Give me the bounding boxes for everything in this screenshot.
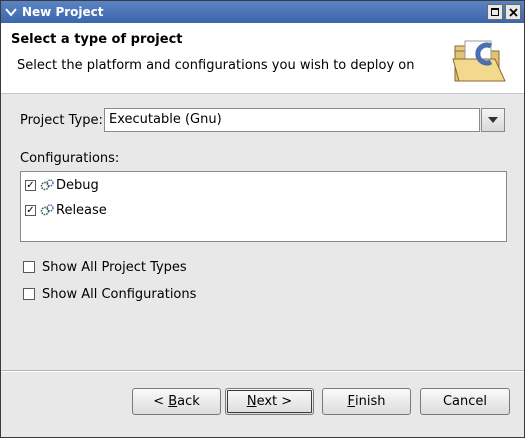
maximize-button[interactable] [487, 4, 503, 20]
release-checkbox[interactable]: ✓ [25, 204, 36, 216]
project-type-label: Project Type: [20, 113, 103, 128]
back-mnemonic: B [168, 394, 178, 409]
project-type-combo[interactable]: Executable (Gnu) [104, 108, 505, 132]
header-description: Select the platform and configurations y… [17, 58, 415, 73]
finish-rest: inish [355, 394, 386, 409]
window-menu-icon[interactable] [3, 4, 19, 20]
project-type-value[interactable]: Executable (Gnu) [104, 108, 480, 132]
next-mnemonic: N [246, 394, 257, 409]
show-all-project-types-option[interactable]: Show All Project Types [23, 258, 187, 276]
button-separator [1, 370, 524, 372]
chevron-down-icon [488, 117, 498, 123]
config-gears-icon [40, 179, 54, 191]
finish-mnemonic: F [347, 394, 355, 409]
new-project-dialog: New Project Select a type of project Sel… [0, 0, 525, 438]
configurations-list[interactable]: ✓ Debug ✓ Release [20, 171, 507, 242]
cancel-label: Cancel [442, 394, 488, 409]
show-all-configurations-label: Show All Configurations [42, 286, 197, 302]
wizard-header: Select a type of project Select the plat… [1, 23, 524, 94]
show-all-configurations-checkbox[interactable] [23, 288, 35, 300]
close-icon [508, 7, 518, 17]
debug-checkbox[interactable]: ✓ [25, 179, 36, 191]
debug-label: Debug [56, 177, 99, 193]
release-label: Release [56, 202, 107, 218]
cancel-button[interactable]: Cancel [420, 388, 510, 415]
close-button[interactable] [505, 4, 521, 20]
list-item[interactable]: ✓ Debug [25, 175, 99, 195]
show-all-project-types-checkbox[interactable] [23, 261, 35, 273]
finish-button[interactable]: Finish [322, 388, 411, 415]
show-all-configurations-option[interactable]: Show All Configurations [23, 285, 196, 303]
back-button[interactable]: < Back [132, 388, 221, 415]
list-item[interactable]: ✓ Release [25, 200, 107, 220]
title-bar[interactable]: New Project [1, 1, 524, 23]
header-title: Select a type of project [11, 32, 183, 47]
next-rest: ext > [256, 394, 293, 409]
next-button[interactable]: Next > [225, 388, 314, 415]
folder-c-icon [452, 40, 506, 82]
back-prefix: < [153, 394, 169, 409]
window-title: New Project [22, 5, 104, 19]
maximize-icon [491, 8, 499, 16]
show-all-project-types-label: Show All Project Types [42, 259, 187, 275]
project-type-dropdown-button[interactable] [481, 108, 505, 132]
config-gears-icon [40, 204, 54, 216]
configurations-label: Configurations: [20, 151, 120, 166]
back-rest: ack [177, 394, 200, 409]
